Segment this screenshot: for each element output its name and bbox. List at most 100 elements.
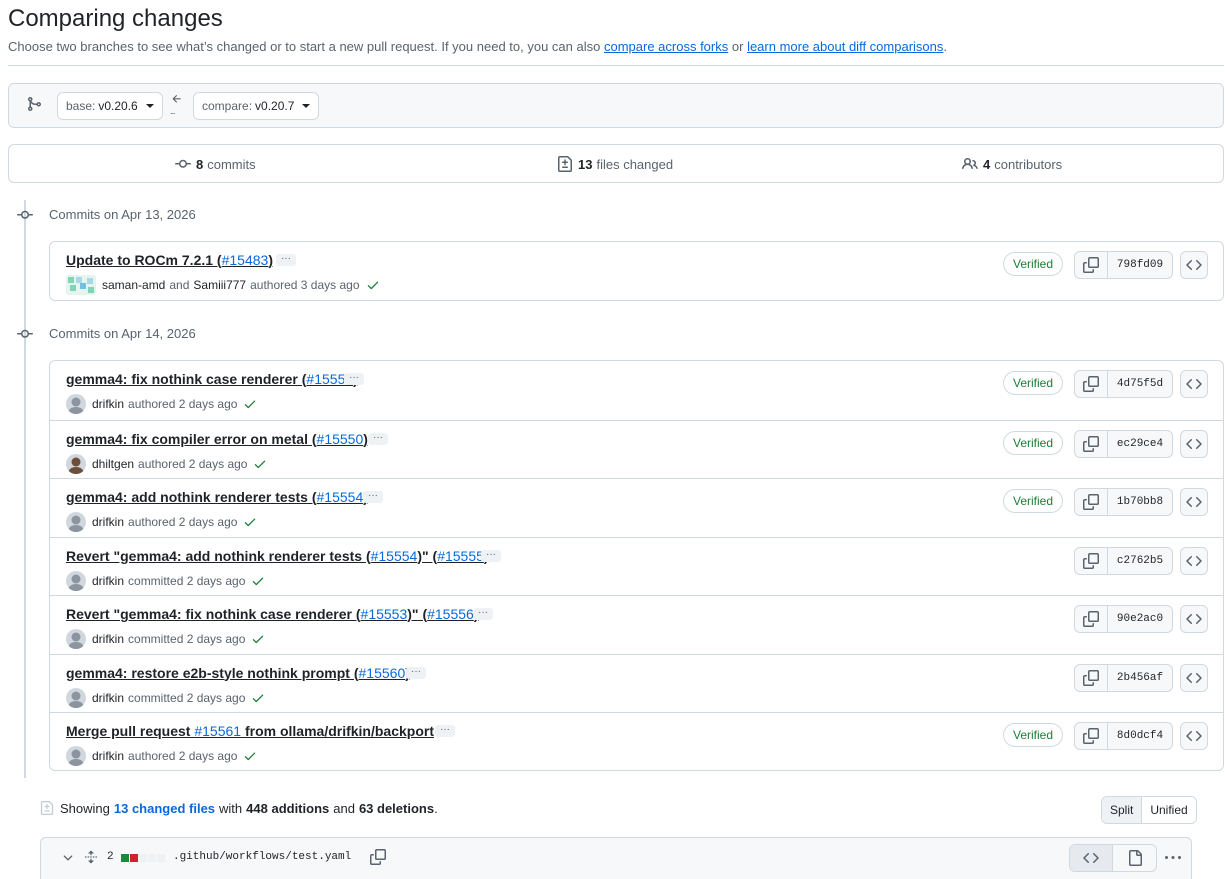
browse-repo-button[interactable] bbox=[1180, 251, 1208, 279]
copy-sha-button[interactable] bbox=[1075, 252, 1108, 278]
commit-title[interactable]: Update to ROCm 7.2.1 (#15483) bbox=[66, 252, 273, 268]
verified-badge[interactable]: Verified bbox=[1003, 723, 1064, 747]
commit-title[interactable]: Merge pull request #15561 from ollama/dr… bbox=[66, 723, 434, 739]
contributors-tab[interactable]: 4 contributors bbox=[962, 156, 1062, 172]
split-view-button[interactable]: Split bbox=[1102, 797, 1143, 823]
changed-files-dropdown[interactable]: 13 changed files bbox=[114, 801, 215, 816]
expand-description-button[interactable]: ··· bbox=[406, 666, 426, 679]
commit-author[interactable]: saman-amd bbox=[102, 278, 165, 292]
commit-sha-link[interactable]: 2b456af bbox=[1108, 665, 1172, 691]
unified-view-button[interactable]: Unified bbox=[1142, 797, 1195, 823]
compare-value: v0.20.7 bbox=[255, 99, 295, 113]
pr-link[interactable]: #15553 bbox=[361, 606, 408, 622]
copy-sha-button[interactable] bbox=[1075, 664, 1108, 691]
commits-tab[interactable]: 8 commits bbox=[175, 156, 256, 172]
check-icon[interactable] bbox=[243, 397, 257, 411]
expand-description-button[interactable]: ··· bbox=[276, 254, 296, 266]
check-icon[interactable] bbox=[251, 574, 265, 588]
commit-sha-link[interactable]: 4d75f5d bbox=[1108, 371, 1172, 397]
browse-repo-button[interactable] bbox=[1180, 722, 1208, 750]
browse-repo-button[interactable] bbox=[1180, 546, 1208, 575]
compare-branch-select[interactable]: compare: v0.20.7 bbox=[193, 92, 320, 120]
pr-link[interactable]: #15556 bbox=[427, 606, 474, 622]
avatar bbox=[66, 453, 86, 474]
expand-description-button[interactable]: ··· bbox=[481, 549, 501, 562]
verified-badge[interactable]: Verified bbox=[1003, 489, 1064, 513]
browse-repo-button[interactable] bbox=[1180, 370, 1208, 398]
copy-sha-button[interactable] bbox=[1075, 489, 1108, 515]
expand-description-button[interactable]: ··· bbox=[473, 608, 493, 620]
commit-sha-link[interactable]: 90e2ac0 bbox=[1108, 606, 1172, 632]
rich-diff-button[interactable] bbox=[1113, 845, 1156, 871]
copy-sha-button[interactable] bbox=[1075, 606, 1108, 632]
pr-link[interactable]: #15554 bbox=[317, 489, 364, 505]
commit-meta: dhiltgen authored 2 days ago bbox=[66, 453, 267, 474]
commit-title[interactable]: Revert "gemma4: fix nothink case rendere… bbox=[66, 606, 479, 622]
files-changed-tab[interactable]: 13 files changed bbox=[557, 156, 673, 172]
copy-sha-button[interactable] bbox=[1075, 371, 1108, 397]
commit-action: authored 2 days ago bbox=[128, 515, 238, 529]
commit-author[interactable]: drifkin bbox=[92, 749, 124, 763]
learn-more-link[interactable]: learn more about diff comparisons bbox=[747, 39, 943, 54]
pr-link[interactable]: #15555 bbox=[437, 548, 484, 564]
commit-sha-link[interactable]: 8d0dcf4 bbox=[1108, 723, 1172, 749]
browse-repo-button[interactable] bbox=[1180, 605, 1208, 633]
commit-author[interactable]: drifkin bbox=[92, 397, 124, 411]
expand-all-button[interactable] bbox=[84, 849, 98, 865]
commit-author[interactable]: drifkin bbox=[92, 691, 124, 705]
browse-repo-button[interactable] bbox=[1180, 663, 1208, 692]
file-options-button[interactable] bbox=[1157, 844, 1189, 872]
file-path-link[interactable]: .github/workflows/test.yaml bbox=[173, 851, 351, 863]
pr-link[interactable]: #15560 bbox=[359, 665, 406, 681]
check-icon[interactable] bbox=[243, 515, 257, 529]
check-icon[interactable] bbox=[243, 749, 257, 763]
commit-title[interactable]: gemma4: fix nothink case renderer (#1555… bbox=[66, 371, 358, 387]
commit-sha-link[interactable]: c2762b5 bbox=[1108, 548, 1172, 574]
verified-badge[interactable]: Verified bbox=[1003, 430, 1064, 455]
commit-author[interactable]: drifkin bbox=[92, 632, 124, 646]
commit-author[interactable]: drifkin bbox=[92, 515, 124, 529]
compare-forks-link[interactable]: compare across forks bbox=[604, 39, 728, 54]
base-branch-select[interactable]: base: v0.20.6 bbox=[57, 92, 163, 120]
commit-author[interactable]: drifkin bbox=[92, 574, 124, 588]
check-icon[interactable] bbox=[366, 278, 380, 292]
avatar bbox=[66, 629, 86, 649]
sha-group: 8d0dcf4 bbox=[1074, 722, 1173, 750]
expand-description-button[interactable]: ··· bbox=[344, 373, 364, 385]
verified-badge[interactable]: Verified bbox=[1003, 252, 1064, 276]
commit-sha-link[interactable]: ec29ce4 bbox=[1108, 431, 1172, 457]
browse-repo-button[interactable] bbox=[1180, 488, 1208, 516]
commit-title[interactable]: gemma4: add nothink renderer tests (#155… bbox=[66, 489, 368, 505]
sha-group: 798fd09 bbox=[1074, 251, 1173, 279]
copy-path-button[interactable] bbox=[370, 849, 386, 865]
browse-repo-button[interactable] bbox=[1180, 429, 1208, 458]
kebab-horizontal-icon bbox=[1165, 856, 1181, 859]
expand-description-button[interactable]: ··· bbox=[368, 432, 388, 445]
pr-link[interactable]: #15483 bbox=[222, 252, 269, 268]
collapse-file-button[interactable] bbox=[61, 851, 75, 865]
commit-sha-link[interactable]: 1b70bb8 bbox=[1108, 489, 1172, 515]
range-editor: base: v0.20.6 ... compare: v0.20.7 bbox=[8, 83, 1224, 128]
commit-title[interactable]: gemma4: restore e2b-style nothink prompt… bbox=[66, 665, 410, 681]
commit-action: authored 2 days ago bbox=[128, 749, 238, 763]
commit-coauthor[interactable]: Samiii777 bbox=[193, 278, 246, 292]
expand-description-button[interactable]: ··· bbox=[435, 725, 455, 737]
commit-title[interactable]: gemma4: fix compiler error on metal (#15… bbox=[66, 431, 368, 447]
commit-meta: drifkin authored 2 days ago bbox=[66, 746, 257, 766]
commit-list: gemma4: fix nothink case renderer (#1555… bbox=[49, 360, 1224, 771]
pr-link[interactable]: #15550 bbox=[317, 431, 364, 447]
copy-sha-button[interactable] bbox=[1075, 547, 1108, 574]
commit-title[interactable]: Revert "gemma4: add nothink renderer tes… bbox=[66, 548, 489, 564]
check-icon[interactable] bbox=[253, 457, 267, 471]
commit-author[interactable]: dhiltgen bbox=[92, 457, 134, 471]
check-icon[interactable] bbox=[251, 632, 265, 646]
pr-link[interactable]: #15561 bbox=[194, 723, 241, 739]
commit-sha-link[interactable]: 798fd09 bbox=[1108, 252, 1172, 278]
check-icon[interactable] bbox=[251, 691, 265, 705]
pr-link[interactable]: #15554 bbox=[371, 548, 418, 564]
verified-badge[interactable]: Verified bbox=[1003, 371, 1064, 395]
copy-sha-button[interactable] bbox=[1075, 430, 1108, 457]
expand-description-button[interactable]: ··· bbox=[363, 491, 383, 503]
copy-sha-button[interactable] bbox=[1075, 723, 1108, 749]
source-diff-button[interactable] bbox=[1070, 845, 1113, 871]
